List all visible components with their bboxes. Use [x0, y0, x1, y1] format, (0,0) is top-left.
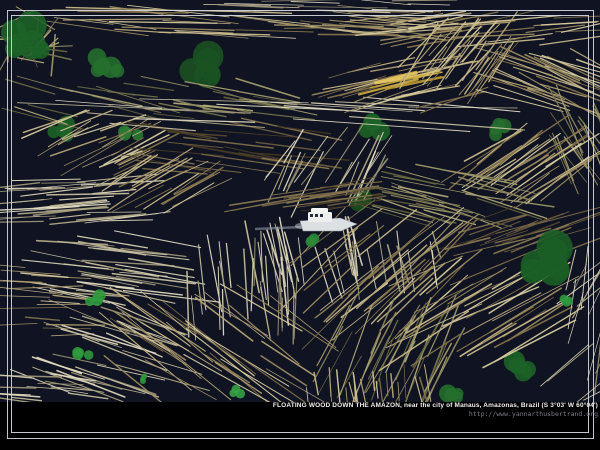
aerial-photo-log-rafts: [0, 0, 600, 402]
wallpaper: FLOATING WOOD DOWN THE AMAZON, near the …: [0, 0, 600, 450]
boat-window: [310, 214, 313, 217]
caption-title: FLOATING WOOD DOWN THE AMAZON, near the …: [0, 402, 598, 409]
boat-roof: [311, 208, 328, 213]
caption: FLOATING WOOD DOWN THE AMAZON, near the …: [0, 402, 598, 418]
caption-url: http://www.yannarthusbertrand.org: [0, 410, 598, 418]
boat-window: [320, 214, 323, 217]
boat-window: [315, 214, 318, 217]
